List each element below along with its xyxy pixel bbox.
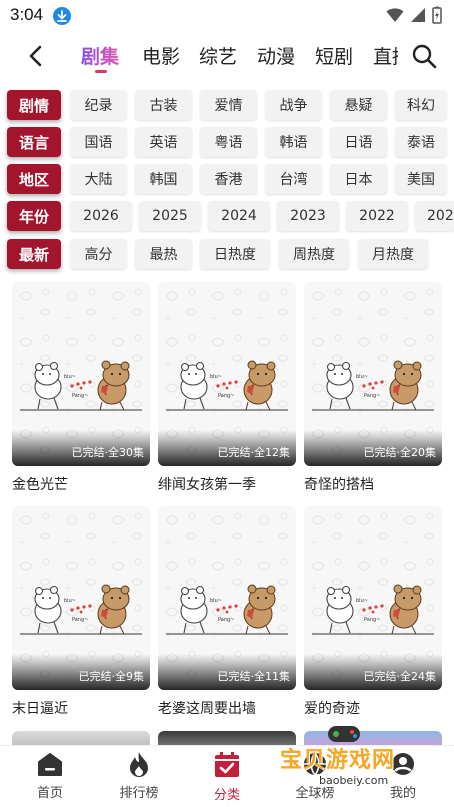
category-tabs: 剧集 电影 综艺 动漫 短剧 直播: [78, 36, 398, 76]
nav-ranking[interactable]: 排行榜: [99, 750, 179, 806]
episode-status: 已完结·全20集: [363, 446, 437, 459]
back-button[interactable]: [22, 42, 50, 70]
filter-chip[interactable]: 古装: [135, 90, 192, 120]
filter-chip[interactable]: 2026: [70, 201, 132, 231]
download-icon: [53, 7, 71, 25]
nav-home[interactable]: 首页: [10, 750, 90, 806]
nav-category[interactable]: 分类: [187, 750, 267, 806]
filter-chip[interactable]: 2021: [415, 201, 454, 231]
episode-status: 已完结·全24集: [363, 670, 437, 683]
filter-chip[interactable]: 最热: [135, 239, 192, 269]
filter-chip[interactable]: 科幻: [395, 90, 447, 120]
card-title[interactable]: 爱的奇迹: [304, 698, 442, 718]
filter-chip[interactable]: 国语: [70, 127, 127, 157]
filter-chip[interactable]: 2023: [277, 201, 339, 231]
status-bar: 3:04: [0, 0, 454, 32]
filter-label: 语言: [7, 127, 61, 157]
filter-chip[interactable]: 悬疑: [330, 90, 387, 120]
episode-status: 已完结·全12集: [217, 446, 291, 459]
content-card[interactable]: 已完结·全20集 奇怪的搭档: [304, 282, 442, 494]
nav-profile[interactable]: 我的: [363, 750, 443, 806]
nav-label: 分类: [213, 788, 240, 803]
filter-chip[interactable]: 2022: [346, 201, 408, 231]
home-icon: [38, 753, 62, 776]
filter-chip[interactable]: 英语: [135, 127, 192, 157]
filter-chip[interactable]: 战争: [265, 90, 322, 120]
episode-status: 已完结·全9集: [78, 670, 145, 683]
filter-chip[interactable]: 日本: [330, 164, 387, 194]
filter-chip[interactable]: 周热度: [279, 239, 349, 269]
system-icons: [386, 6, 442, 24]
poster-image[interactable]: 已完结·全24集: [304, 506, 442, 690]
search-icon: [412, 44, 437, 69]
nav-label: 我的: [389, 786, 416, 801]
content-card[interactable]: 已完结·全30集 金色光芒: [12, 282, 150, 494]
filter-row-region: 地区 大陆 韩国 香港 台湾 日本 美国: [0, 162, 454, 198]
filter-chip[interactable]: 韩语: [265, 127, 322, 157]
content-card[interactable]: 已完结·全12集 绯闻女孩第一季: [158, 282, 296, 494]
status-time: 3:04: [10, 5, 44, 24]
card-title[interactable]: 老婆这周要出墙: [158, 698, 296, 718]
flame-icon: [130, 752, 148, 777]
filter-chip[interactable]: 高分: [70, 239, 127, 269]
filter-chip[interactable]: 粤语: [200, 127, 257, 157]
filter-row-sort: 最新 高分 最热 日热度 周热度 月热度: [0, 237, 454, 273]
poster-image[interactable]: 已完结·全30集: [12, 282, 150, 466]
filter-chip[interactable]: 美国: [395, 164, 447, 194]
filter-chip[interactable]: 2024: [208, 201, 270, 231]
filter-label: 最新: [7, 239, 61, 269]
filter-label: 年份: [7, 201, 61, 231]
content-card[interactable]: 已完结·全11集 老婆这周要出墙: [158, 506, 296, 718]
card-title[interactable]: 奇怪的搭档: [304, 474, 442, 494]
tab-anime[interactable]: 动漫: [257, 42, 295, 69]
nav-label: 首页: [36, 786, 63, 801]
filter-chip[interactable]: 月热度: [358, 239, 428, 269]
filter-label: 剧情: [7, 90, 61, 120]
filter-chip[interactable]: 韩国: [135, 164, 192, 194]
filter-chip[interactable]: 爱情: [200, 90, 257, 120]
filter-chip[interactable]: 纪录: [70, 90, 127, 120]
card-title[interactable]: 末日逼近: [12, 698, 150, 718]
nav-label: 排行榜: [119, 786, 159, 801]
episode-status: 已完结·全11集: [217, 670, 291, 683]
content-card[interactable]: 已完结·全24集 爱的奇迹: [304, 506, 442, 718]
content-card[interactable]: 已完结·全9集 末日逼近: [12, 506, 150, 718]
top-nav: 剧集 电影 综艺 动漫 短剧 直播: [0, 36, 454, 76]
nav-label: 全球榜: [295, 786, 335, 801]
globe-icon: [304, 752, 326, 776]
filter-chip[interactable]: 2025: [139, 201, 201, 231]
filter-chip[interactable]: 台湾: [265, 164, 322, 194]
card-title[interactable]: 金色光芒: [12, 474, 150, 494]
wifi-icon: [386, 8, 404, 22]
tab-drama[interactable]: 剧集: [81, 42, 119, 69]
chevron-left-icon: [29, 45, 42, 67]
poster-image[interactable]: 已完结·全11集: [158, 506, 296, 690]
filter-chip[interactable]: 日语: [330, 127, 387, 157]
user-icon: [392, 753, 414, 775]
filter-chip[interactable]: 泰语: [395, 127, 447, 157]
filter-row-year: 年份 2026 2025 2024 2023 2022 2021: [0, 199, 454, 235]
filter-row-genre: 剧情 纪录 古装 爱情 战争 悬疑 科幻: [0, 88, 454, 124]
filter-chip[interactable]: 日热度: [200, 239, 270, 269]
bottom-nav: 首页 排行榜 分类 全球榜 我的: [0, 745, 454, 807]
battery-icon: [432, 6, 442, 24]
filter-label: 地区: [7, 164, 61, 194]
search-button[interactable]: [410, 42, 438, 70]
poster-image[interactable]: 已完结·全20集: [304, 282, 442, 466]
tab-variety[interactable]: 综艺: [199, 42, 237, 69]
tab-short-drama[interactable]: 短剧: [315, 42, 353, 69]
filter-chip[interactable]: 香港: [200, 164, 257, 194]
active-tab-indicator: [95, 70, 107, 73]
filter-chip[interactable]: 大陆: [70, 164, 127, 194]
card-title[interactable]: 绯闻女孩第一季: [158, 474, 296, 494]
tab-movie[interactable]: 电影: [142, 42, 180, 69]
tab-live[interactable]: 直播: [373, 42, 398, 69]
episode-status: 已完结·全30集: [71, 446, 145, 459]
poster-image[interactable]: 已完结·全9集: [12, 506, 150, 690]
filter-row-language: 语言 国语 英语 粤语 韩语 日语 泰语: [0, 125, 454, 161]
signal-icon: [411, 8, 425, 22]
calendar-check-icon: [215, 752, 239, 777]
nav-global[interactable]: 全球榜: [275, 750, 355, 806]
poster-image[interactable]: 已完结·全12集: [158, 282, 296, 466]
